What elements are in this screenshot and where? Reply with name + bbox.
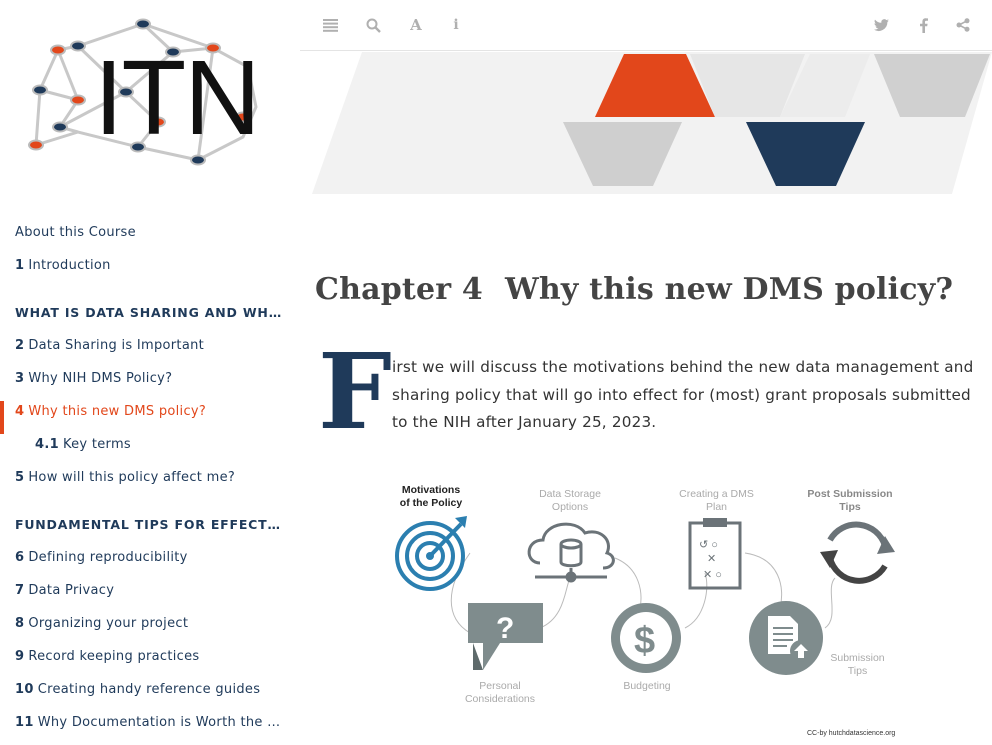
toc-item-active[interactable]: 4 Why this new DMS policy? (0, 401, 285, 434)
dms-process-figure: ↺ ○ ✕ ✕ ○ ? $ Motivations of the Policy … (385, 478, 905, 744)
toc-item-number: 4.1 (35, 437, 59, 452)
toc-subitem[interactable]: 4.1 Key terms (0, 434, 285, 467)
document-upload-icon (749, 601, 823, 675)
toc-item[interactable]: 1 Introduction (0, 255, 285, 288)
toc-item-number: 3 (15, 371, 25, 386)
label-storage: Data Storage Options (539, 488, 601, 513)
svg-text:↺ ○: ↺ ○ (699, 539, 718, 551)
svg-text:$: $ (634, 620, 655, 662)
toc-item-label: Why NIH DMS Policy? (28, 371, 173, 386)
sidebar: ITN About this Course 1 Introduction WHAT I… (0, 0, 300, 744)
label-motivations: Motivations of the Policy (399, 484, 463, 509)
toc-item-label: Defining reproducibility (28, 550, 188, 565)
search-icon[interactable] (362, 14, 384, 36)
book-toolbar: A i (300, 0, 992, 51)
label-submission: Submission Tips (830, 652, 885, 677)
toc-item-label: Organizing your project (28, 616, 189, 631)
toc-item-label: Why this new DMS policy? (28, 404, 207, 419)
toc-item-label: Data Sharing is Important (28, 338, 205, 353)
chapter-title: Chapter 4 Why this new DMS policy? (315, 272, 953, 307)
toc-item-label: Creating handy reference guides (37, 682, 261, 697)
question-bubble-icon: ? (468, 603, 543, 670)
toc-item-number: 5 (15, 470, 25, 485)
cloud-database-icon (527, 522, 615, 583)
toc-item-label: How will this policy affect me? (28, 470, 236, 485)
toc-item-number: 7 (15, 583, 25, 598)
toc-item[interactable]: 3 Why NIH DMS Policy? (0, 368, 285, 401)
toc-item[interactable]: 6 Defining reproducibility (0, 547, 285, 580)
toc-item-number: 2 (15, 338, 25, 353)
share-icon[interactable] (952, 14, 974, 36)
toc-item[interactable]: About this Course (0, 222, 285, 255)
label-post-submission: Post Submission Tips (807, 488, 893, 513)
label-budgeting: Budgeting (623, 680, 671, 692)
font-icon[interactable]: A (405, 14, 427, 36)
clipboard-plan-icon: ↺ ○ ✕ ✕ ○ (688, 518, 742, 590)
toc-item-label: Why Documentation is Worth the Time (37, 715, 285, 730)
toc-item-label: Data Privacy (28, 583, 115, 598)
menu-icon[interactable] (319, 14, 341, 36)
svg-text:?: ? (496, 612, 514, 645)
drop-cap: F (318, 330, 392, 453)
table-of-contents: About this Course 1 Introduction WHAT IS DA… (0, 222, 300, 745)
label-creating-plan: Creating a DMS Plan (679, 488, 754, 513)
toc-item-number: 8 (15, 616, 25, 631)
info-icon[interactable]: i (445, 14, 467, 36)
toc-item-number: 6 (15, 550, 25, 565)
chapter-number: Chapter 4 (315, 272, 483, 307)
logo-text: ITN (94, 39, 259, 157)
toc-item-label: Record keeping practices (28, 649, 200, 664)
toc-item-number: 4 (15, 404, 25, 419)
target-icon (395, 516, 467, 591)
toc-item-label: Key terms (62, 437, 131, 452)
facebook-icon[interactable] (912, 14, 934, 36)
toc-item-label: Introduction (28, 258, 111, 273)
toc-item[interactable]: 8 Organizing your project (0, 613, 285, 646)
svg-text:✕: ✕ (707, 553, 716, 565)
chapter-banner-image (312, 52, 992, 194)
toc-item[interactable]: 11 Why Documentation is Worth the Time (0, 712, 285, 745)
toc-item[interactable]: 7 Data Privacy (0, 580, 285, 613)
label-personal: Personal Considerations (464, 680, 536, 705)
toc-item-number: 9 (15, 649, 25, 664)
toc-part-header[interactable]: WHAT IS DATA SHARING AND WHY IS I… (0, 302, 285, 335)
budget-dollar-icon: $ (611, 603, 681, 673)
refresh-icon (820, 521, 895, 584)
toc-item[interactable]: 5 How will this policy affect me? (0, 467, 285, 500)
svg-text:✕ ○: ✕ ○ (703, 569, 722, 581)
toc-item-label: About this Course (15, 225, 136, 240)
toc-part-header[interactable]: FUNDAMENTAL TIPS FOR EFFECTIVE D… (0, 514, 285, 547)
toc-item[interactable]: 9 Record keeping practices (0, 646, 285, 679)
figure-credit: CC-by hutchdatascience.org (807, 730, 896, 737)
chapter-title-text: Why this new DMS policy? (504, 272, 954, 307)
toc-item[interactable]: 2 Data Sharing is Important (0, 335, 285, 368)
itn-logo[interactable]: ITN (18, 12, 278, 177)
intro-paragraph: irst we will discuss the motivations beh… (392, 358, 974, 431)
toc-item-number: 10 (15, 682, 34, 697)
toc-item-number: 11 (15, 715, 34, 730)
twitter-icon[interactable] (870, 14, 892, 36)
toc-item[interactable]: 10 Creating handy reference guides (0, 679, 285, 712)
toc-item-number: 1 (15, 258, 25, 273)
